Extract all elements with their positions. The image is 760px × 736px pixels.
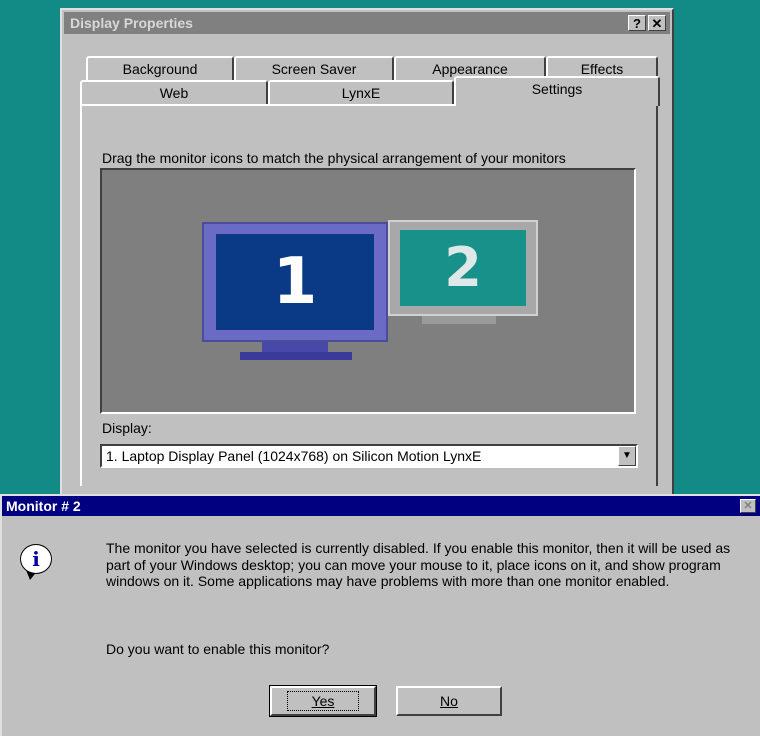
tab-label: Appearance <box>432 61 508 77</box>
display-select-value: 1. Laptop Display Panel (1024x768) on Si… <box>106 448 482 464</box>
tab-label: LynxE <box>341 85 381 101</box>
help-button[interactable]: ? <box>628 15 646 31</box>
tab-settings[interactable]: Settings <box>454 76 660 106</box>
dialog-title: Monitor # 2 <box>6 498 81 514</box>
instruction-text: Drag the monitor icons to match the phys… <box>102 150 566 166</box>
tab-label: Effects <box>580 61 624 77</box>
chevron-down-icon[interactable]: ▼ <box>618 446 636 466</box>
monitor-2-stand <box>422 316 496 324</box>
display-label: Display: <box>102 420 152 436</box>
monitor-2-dialog: Monitor # 2 ✕ i The monitor you have sel… <box>0 494 760 736</box>
no-button-label: No <box>440 693 458 709</box>
dialog-close-button[interactable]: ✕ <box>740 499 756 513</box>
no-button[interactable]: No <box>396 686 502 716</box>
display-properties-titlebar[interactable]: Display Properties ? ✕ <box>64 12 670 34</box>
monitor-1-base <box>240 352 352 360</box>
tab-screen-saver[interactable]: Screen Saver <box>234 56 394 80</box>
yes-button-label: Yes <box>311 693 335 709</box>
tab-background[interactable]: Background <box>86 56 234 80</box>
monitor-1-stand <box>262 342 328 352</box>
tab-label: Settings <box>531 81 583 97</box>
display-select[interactable]: 1. Laptop Display Panel (1024x768) on Si… <box>100 444 638 468</box>
dialog-titlebar[interactable]: Monitor # 2 ✕ <box>2 496 760 516</box>
information-icon: i <box>20 544 52 574</box>
dialog-message: The monitor you have selected is current… <box>106 540 731 589</box>
monitor-1-screen: 1 <box>216 234 374 330</box>
tab-web[interactable]: Web <box>80 80 268 104</box>
monitor-1-icon[interactable]: 1 <box>202 222 388 342</box>
monitor-arrangement-area: 1 2 <box>100 168 636 414</box>
tab-label: Background <box>122 61 198 77</box>
monitor-2-icon[interactable]: 2 <box>388 220 538 316</box>
close-button[interactable]: ✕ <box>648 15 666 31</box>
tab-label: Screen Saver <box>271 61 357 77</box>
tab-lynxe[interactable]: LynxE <box>268 80 454 104</box>
window-title: Display Properties <box>70 15 193 31</box>
yes-button[interactable]: Yes <box>269 685 377 717</box>
dialog-question: Do you want to enable this monitor? <box>106 641 330 657</box>
tab-label: Web <box>159 85 189 101</box>
monitor-2-screen: 2 <box>400 230 526 306</box>
